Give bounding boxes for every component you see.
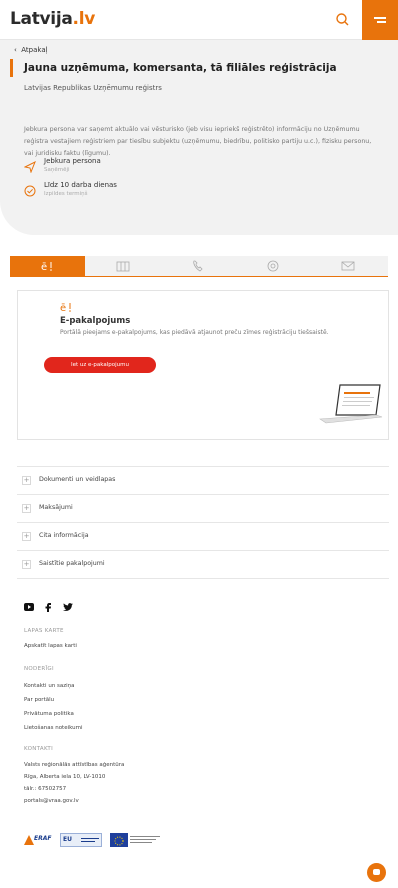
accordion-payments[interactable]: + Maksājumi: [17, 494, 389, 522]
accordion-label: Maksājumi: [39, 504, 73, 511]
contact-email[interactable]: portals@vraa.gov.lv: [24, 798, 79, 804]
title-accent-bar: [10, 59, 13, 77]
e-service-icon: ē: [60, 303, 71, 313]
check-circle-icon: [24, 182, 36, 197]
sitemap-link[interactable]: Apskatīt lapas karti: [24, 643, 77, 649]
twitter-icon[interactable]: [63, 603, 73, 611]
service-provider: Latvijas Republikas Uzņēmumu reģistrs: [24, 84, 162, 92]
footer-link-about[interactable]: Par portālu: [24, 697, 54, 703]
site-header: Latvija.lv: [0, 0, 398, 40]
laptop-illustration: [319, 384, 383, 424]
tab-phone[interactable]: [160, 256, 235, 276]
plus-icon: +: [22, 532, 31, 541]
site-logo[interactable]: Latvija.lv: [10, 9, 95, 29]
search-icon[interactable]: [333, 10, 353, 30]
deadline-value: Līdz 10 darba dienas: [44, 181, 117, 189]
chevron-left-icon: ‹: [14, 46, 17, 54]
service-description: Jebkura persona var saņemt aktuālo vai v…: [24, 126, 372, 157]
tab-institution[interactable]: [85, 256, 160, 276]
accordion-label: Cita informācija: [39, 532, 89, 539]
chat-button[interactable]: [367, 863, 386, 882]
tab-e-service[interactable]: ē: [10, 256, 85, 276]
card-description: Portālā pieejams e-pakalpojums, kas pied…: [60, 329, 329, 336]
accordion-label: Dokumenti un veidlapas: [39, 476, 116, 483]
menu-icon: [374, 17, 386, 19]
sitemap-heading: LAPAS KARTE: [24, 628, 64, 634]
svg-text:ē: ē: [60, 303, 66, 313]
facebook-icon[interactable]: [45, 603, 51, 612]
e-service-card: ē E-pakalpojums Portālā pieejams e-pakal…: [17, 290, 389, 440]
accordion-related-services[interactable]: + Saistītie pakalpojumi: [17, 550, 389, 578]
go-to-e-service-button[interactable]: Iet uz e-pakalpojumu: [44, 357, 156, 373]
eraf-logo: ERAF: [24, 833, 52, 847]
recipients-label: Saņēmēji: [44, 167, 70, 173]
card-title: E-pakalpojums: [60, 316, 131, 326]
footer-link-privacy[interactable]: Privātuma politika: [24, 711, 74, 717]
divider: [17, 578, 389, 579]
accordion-label: Saistītie pakalpojumi: [39, 560, 105, 567]
eu-flag-icon: [110, 833, 128, 847]
send-icon: [23, 158, 36, 174]
contact-org: Valsts reģionālās attīstības aģentūra: [24, 762, 125, 768]
svg-text:ē: ē: [41, 262, 47, 272]
plus-icon: +: [22, 476, 31, 485]
e-service-icon: ē: [41, 262, 52, 272]
contacts-heading: KONTAKTI: [24, 746, 54, 752]
useful-heading: NODERĪGI: [24, 666, 54, 672]
accordion-documents[interactable]: + Dokumenti un veidlapas: [17, 466, 389, 494]
plus-icon: +: [22, 560, 31, 569]
accordion-other-info[interactable]: + Cita informācija: [17, 522, 389, 550]
plus-icon: +: [22, 504, 31, 513]
building-icon: [116, 261, 130, 272]
envelope-icon: [341, 261, 355, 271]
service-hero: ‹ Atpakaļ Jauna uzņēmuma, komersanta, tā…: [0, 40, 398, 235]
youtube-icon[interactable]: [24, 603, 34, 611]
tabs-underline: [10, 276, 388, 277]
footer-link-terms[interactable]: Lietošanas noteikumi: [24, 725, 83, 731]
menu-button[interactable]: [362, 0, 398, 40]
eu-fund-logo: EU: [60, 833, 102, 847]
deadline-label: Izpildes termiņš: [44, 191, 88, 197]
contact-phone: tālr.: 67502757: [24, 786, 67, 792]
footer-link-contacts[interactable]: Kontakti un saziņa: [24, 683, 75, 689]
back-link[interactable]: ‹ Atpakaļ: [14, 46, 48, 54]
tab-message[interactable]: [310, 256, 388, 276]
page-title: Jauna uzņēmuma, komersanta, tā filiāles …: [24, 62, 337, 74]
phone-icon: [193, 260, 203, 272]
at-icon: [267, 260, 279, 272]
recipients-value: Jebkura persona: [44, 157, 101, 165]
tab-email-address[interactable]: [235, 256, 310, 276]
service-tabs: ē: [10, 256, 388, 276]
contact-address: Rīga, Alberta iela 10, LV-1010: [24, 774, 106, 780]
